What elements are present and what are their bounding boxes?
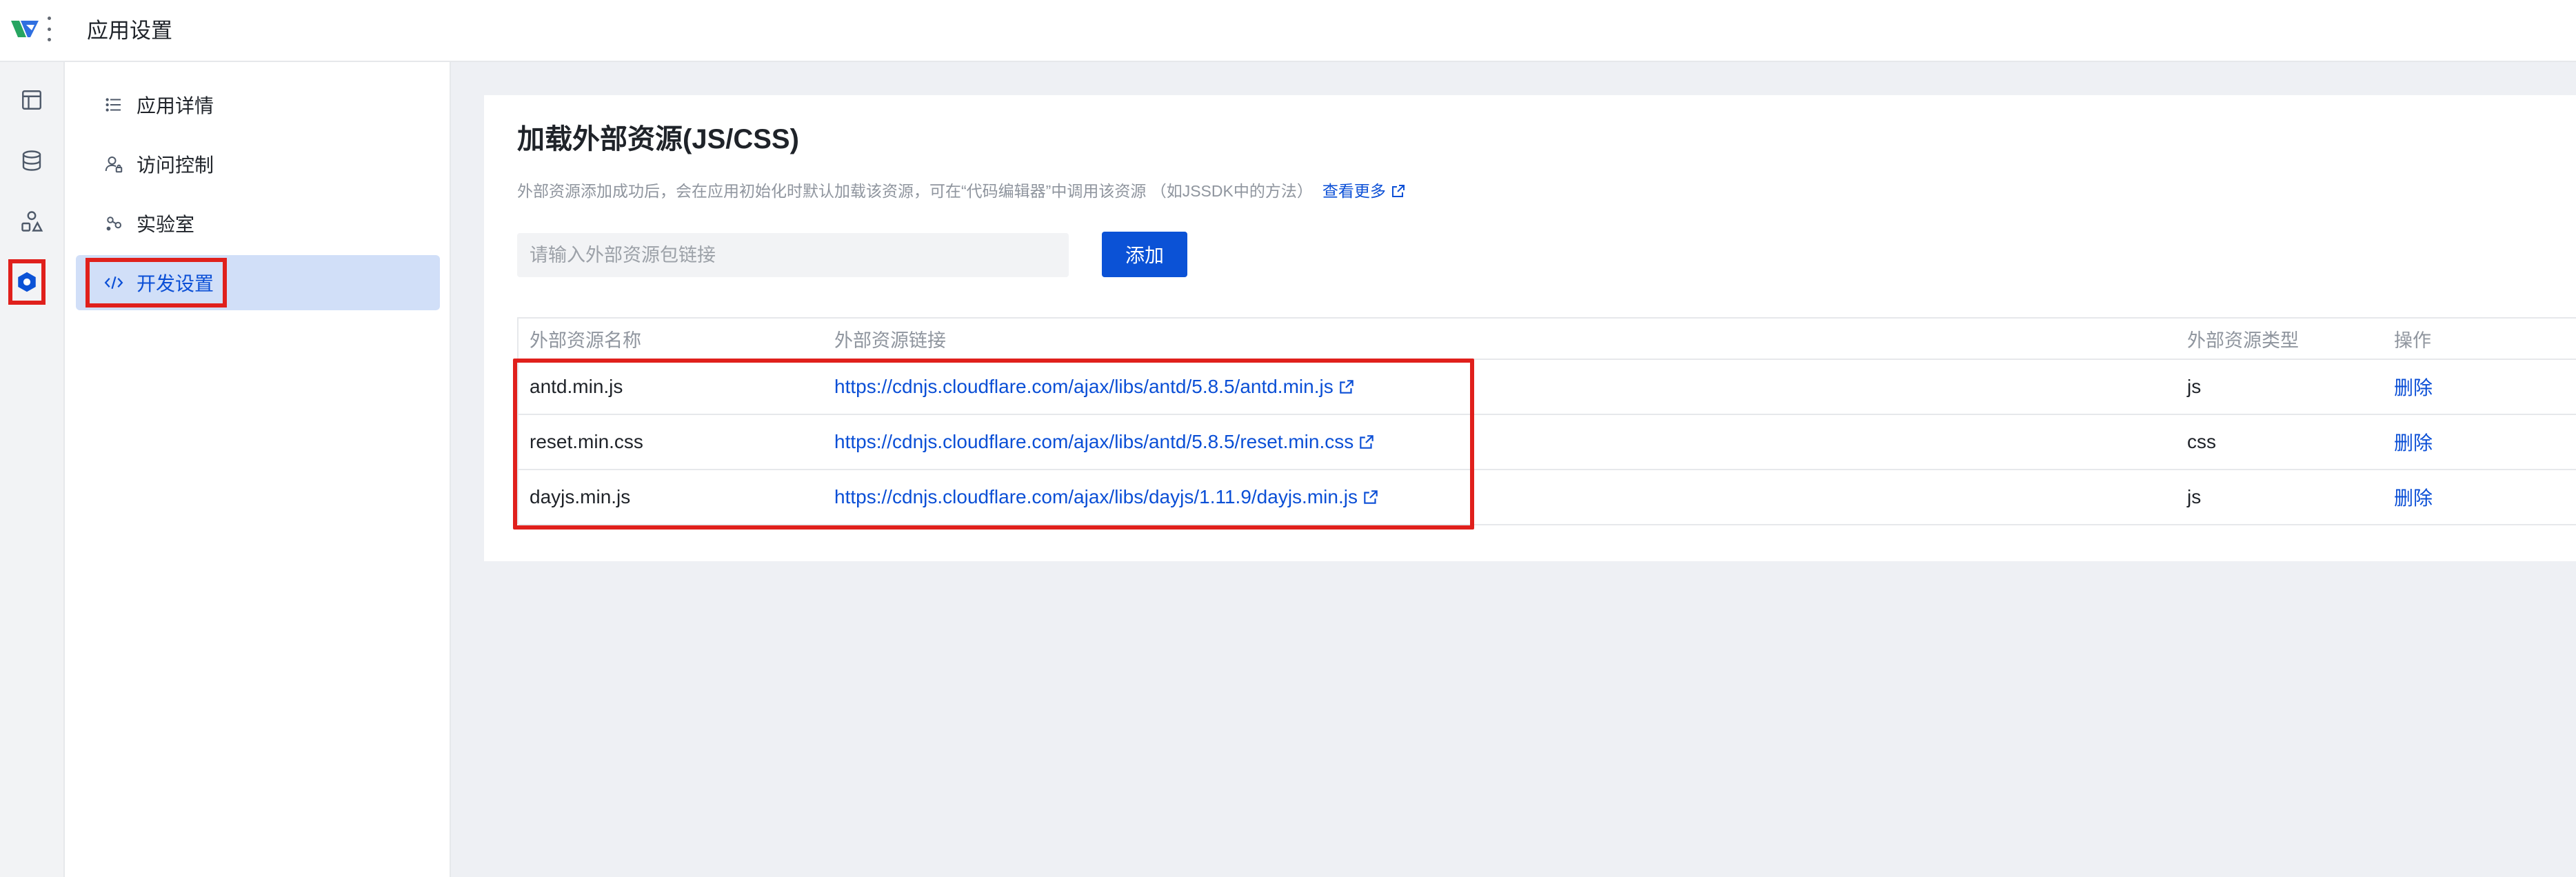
main-content: 加载外部资源(JS/CSS) 外部资源添加成功后，会在应用初始化时默认加载该资源… — [451, 62, 2576, 877]
resource-type: js — [2187, 376, 2202, 397]
section-title: 加载外部资源(JS/CSS) — [517, 124, 799, 154]
sidebar-item-label: 应用详情 — [137, 95, 214, 117]
table-header: 外部资源名称 外部资源链接 外部资源类型 操作 — [519, 319, 2576, 360]
page-title: 应用设置 — [87, 19, 172, 43]
description-text: 外部资源添加成功后，会在应用初始化时默认加载该资源，可在“代码编辑器”中调用该资… — [517, 182, 1313, 200]
resource-url-link[interactable]: https://cdnjs.cloudflare.com/ajax/libs/d… — [834, 470, 1380, 524]
resource-url-link[interactable]: https://cdnjs.cloudflare.com/ajax/libs/a… — [834, 415, 1376, 469]
delete-button[interactable]: 删除 — [2394, 360, 2433, 414]
resource-type: css — [2187, 431, 2216, 452]
resource-url-input[interactable] — [517, 233, 1069, 277]
table-row: reset.min.css https://cdnjs.cloudflare.c… — [519, 415, 2576, 470]
table-row: antd.min.js https://cdnjs.cloudflare.com… — [519, 360, 2576, 415]
sidebar-item-label: 开发设置 — [137, 273, 214, 294]
add-button[interactable]: 添加 — [1102, 232, 1187, 277]
delete-button[interactable]: 删除 — [2394, 415, 2433, 469]
column-header-name: 外部资源名称 — [530, 330, 641, 351]
external-link-icon — [1391, 185, 1405, 197]
settings-sidebar: 应用详情 访问控制 实验室 开发设置 — [65, 62, 451, 877]
view-more-link[interactable]: 查看更多 — [1322, 182, 1407, 200]
top-header: 应用设置 — [0, 0, 2576, 62]
sidebar-item-dev-settings[interactable]: 开发设置 — [76, 255, 440, 310]
database-icon[interactable] — [17, 146, 46, 175]
resource-name: antd.min.js — [530, 376, 623, 397]
external-link-icon — [1339, 380, 1354, 394]
resource-type: js — [2187, 486, 2202, 507]
external-link-icon — [1364, 490, 1378, 504]
user-lock-icon — [105, 157, 123, 173]
table-row: dayjs.min.js https://cdnjs.cloudflare.co… — [519, 470, 2576, 525]
resources-table: 外部资源名称 外部资源链接 外部资源类型 操作 antd.min.js http… — [517, 317, 2576, 525]
sidebar-item-access-control[interactable]: 访问控制 — [76, 137, 440, 192]
code-icon — [104, 276, 123, 290]
icon-rail — [0, 62, 65, 877]
sidebar-item-lab[interactable]: 实验室 — [76, 196, 440, 251]
resource-name: reset.min.css — [530, 431, 643, 452]
settings-hexagon-icon[interactable] — [8, 259, 46, 305]
external-resources-card: 加载外部资源(JS/CSS) 外部资源添加成功后，会在应用初始化时默认加载该资源… — [484, 95, 2576, 561]
lab-icon — [106, 216, 121, 231]
delete-button[interactable]: 删除 — [2394, 470, 2433, 524]
resource-name: dayjs.min.js — [530, 486, 631, 507]
column-header-type: 外部资源类型 — [2187, 330, 2299, 351]
sidebar-item-label: 实验室 — [137, 214, 195, 235]
column-header-action: 操作 — [2394, 330, 2431, 351]
column-header-url: 外部资源链接 — [834, 330, 946, 351]
kebab-menu-icon[interactable] — [46, 17, 52, 41]
sidebar-item-app-details[interactable]: 应用详情 — [76, 77, 440, 132]
list-icon — [105, 98, 121, 112]
shapes-icon[interactable] — [17, 207, 46, 236]
resource-url-link[interactable]: https://cdnjs.cloudflare.com/ajax/libs/a… — [834, 360, 1356, 414]
external-link-icon — [1360, 435, 1373, 449]
sidebar-item-label: 访问控制 — [137, 154, 214, 176]
section-description: 外部资源添加成功后，会在应用初始化时默认加载该资源，可在“代码编辑器”中调用该资… — [517, 181, 1407, 201]
app-logo-icon[interactable] — [10, 15, 40, 43]
layout-icon[interactable] — [17, 85, 46, 114]
